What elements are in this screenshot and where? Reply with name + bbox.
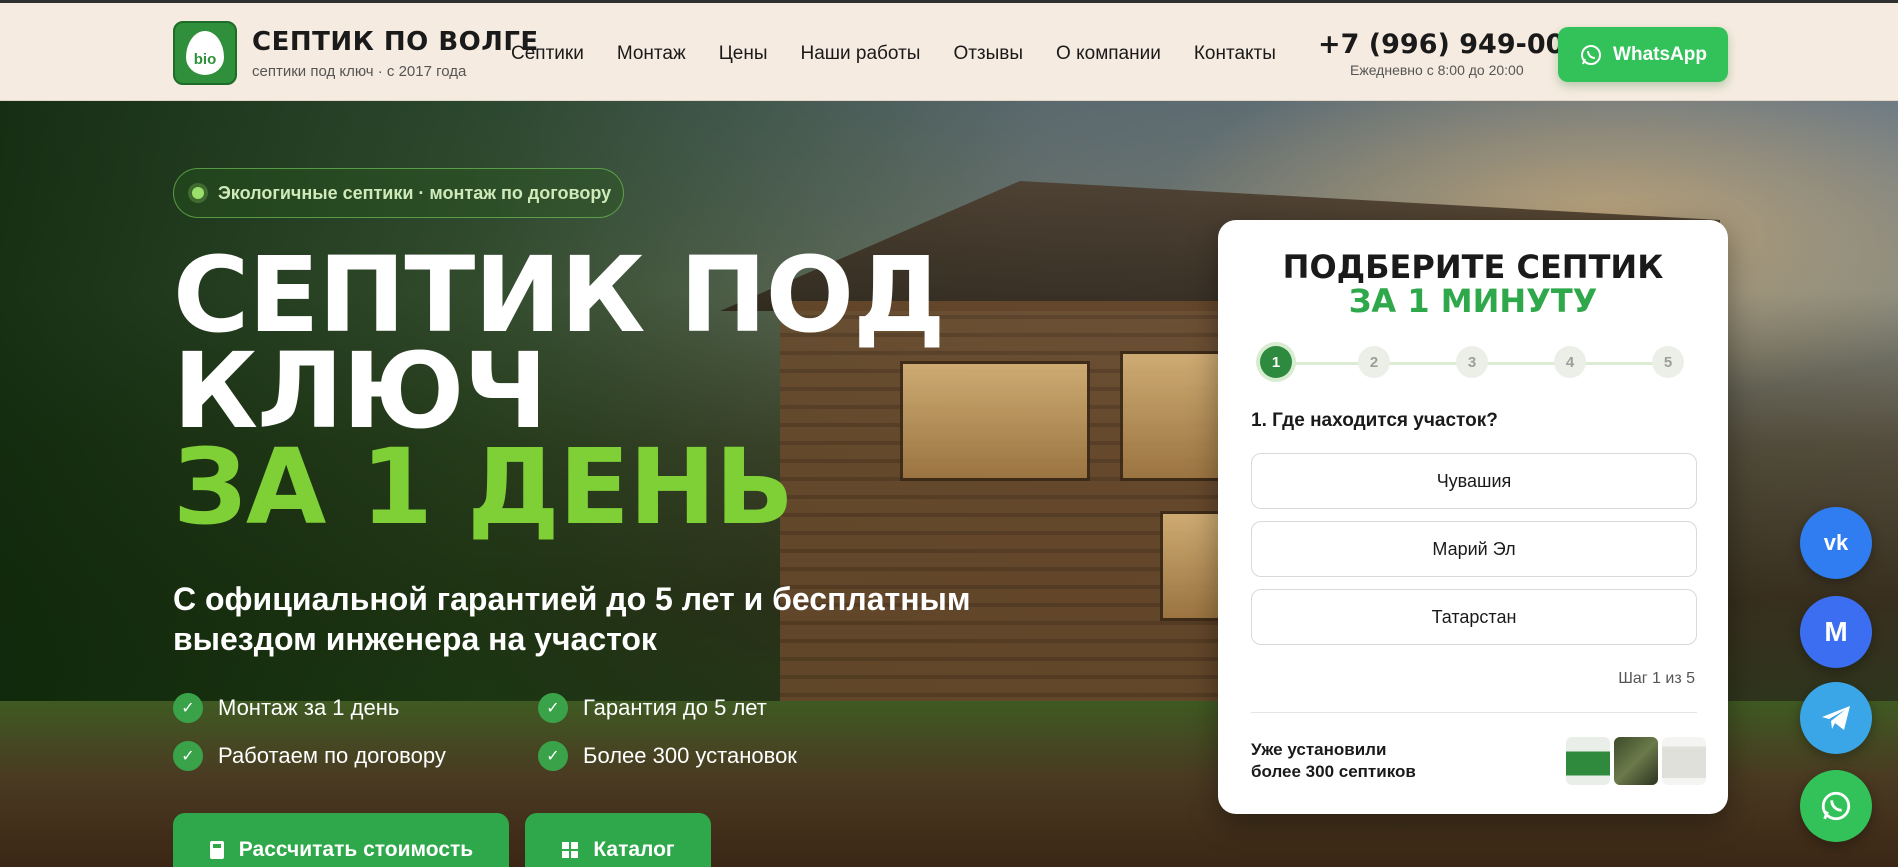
whatsapp-button[interactable]: WhatsApp — [1558, 27, 1728, 82]
calculator-icon — [209, 841, 224, 859]
feature-item: ✓ Более 300 установок — [538, 741, 868, 771]
feature-item: ✓ Монтаж за 1 день — [173, 693, 538, 723]
hero-title-line3: ЗА 1 ДЕНЬ — [173, 426, 794, 548]
quiz-title-accent: ЗА 1 МИНУТУ — [1348, 282, 1598, 320]
installed-line2: более 300 септиков — [1251, 762, 1416, 781]
step-indicator: 5 — [1652, 346, 1684, 378]
quiz-option-tatarstan[interactable]: Татарстан — [1251, 589, 1697, 645]
nav-item-installation[interactable]: Монтаж — [617, 43, 686, 65]
hero-subtitle: С официальной гарантией до 5 лет и беспл… — [173, 581, 971, 657]
vk-icon: vk — [1823, 530, 1849, 555]
nav-item-works[interactable]: Наши работы — [800, 43, 920, 65]
installed-line1: Уже установили — [1251, 740, 1387, 759]
grid-icon — [562, 842, 579, 858]
step-indicator: 4 — [1554, 346, 1586, 378]
quiz-option-mari-el[interactable]: Марий Эл — [1251, 521, 1697, 577]
calculate-cost-label: Рассчитать стоимость — [238, 838, 474, 861]
check-icon: ✓ — [538, 693, 568, 723]
feature-label: Более 300 установок — [583, 743, 797, 768]
brand-tagline: септики под ключ · с 2017 года — [252, 63, 467, 80]
whatsapp-contact-button[interactable] — [1800, 770, 1872, 842]
nav-item-septics[interactable]: Септики — [511, 43, 584, 65]
quiz-title: ПОДБЕРИТЕ СЕПТИК — [1282, 248, 1664, 286]
site-header: bio СЕПТИК ПО ВОЛГЕ септики под ключ · с… — [0, 3, 1898, 101]
whatsapp-button-label: WhatsApp — [1613, 43, 1707, 65]
feature-label: Работаем по договору — [218, 743, 446, 768]
max-contact-button[interactable]: M — [1800, 596, 1872, 668]
check-icon: ✓ — [173, 693, 203, 723]
feature-label: Гарантия до 5 лет — [583, 695, 767, 720]
hero-title: СЕПТИК ПОД КЛЮЧ ЗА 1 ДЕНЬ — [173, 234, 946, 548]
check-icon: ✓ — [538, 741, 568, 771]
nav-item-about[interactable]: О компании — [1056, 43, 1161, 65]
catalog-label: Каталог — [593, 838, 675, 861]
nav-item-reviews[interactable]: Отзывы — [953, 43, 1023, 65]
septic-thumbnail — [1566, 737, 1610, 785]
logo-drop-icon: bio — [186, 31, 224, 75]
calculate-cost-button[interactable]: Рассчитать стоимость — [173, 813, 509, 867]
nav-item-prices[interactable]: Цены — [719, 43, 768, 65]
logo-text: bio — [193, 51, 217, 68]
vk-contact-button[interactable]: vk — [1800, 507, 1872, 579]
telegram-contact-button[interactable] — [1800, 682, 1872, 754]
step-indicator: 3 — [1456, 346, 1488, 378]
feature-item: ✓ Гарантия до 5 лет — [538, 693, 868, 723]
main-nav: Септики Монтаж Цены Наши работы Отзывы О… — [511, 43, 1309, 65]
eco-badge-text: Экологичные септики · монтаж по договору — [218, 182, 612, 203]
installation-photo-thumbnail — [1614, 737, 1658, 785]
septic-thumbnail — [1662, 737, 1706, 785]
check-icon: ✓ — [173, 741, 203, 771]
working-hours: Ежедневно с 8:00 до 20:00 — [1350, 62, 1524, 78]
eco-badge: Экологичные септики · монтаж по договору — [173, 168, 624, 218]
quiz-option-chuvashia[interactable]: Чувашия — [1251, 453, 1697, 509]
hero-title-line1: СЕПТИК ПОД — [173, 234, 946, 356]
whatsapp-icon — [1581, 44, 1602, 65]
quiz-progress: 1 2 3 4 5 — [1260, 346, 1690, 380]
catalog-button[interactable]: Каталог — [525, 813, 711, 867]
step-counter: Шаг 1 из 5 — [1618, 670, 1695, 687]
step-indicator: 1 — [1260, 346, 1292, 378]
hero-title-line2: КЛЮЧ — [173, 330, 548, 452]
feature-list: ✓ Монтаж за 1 день ✓ Гарантия до 5 лет ✓… — [173, 693, 873, 771]
feature-item: ✓ Работаем по договору — [173, 741, 538, 771]
brand-name[interactable]: СЕПТИК ПО ВОЛГЕ — [252, 27, 539, 57]
hero-section: Экологичные септики · монтаж по договору… — [0, 101, 1898, 867]
nav-item-contacts[interactable]: Контакты — [1194, 43, 1276, 65]
logo[interactable]: bio — [173, 21, 237, 85]
product-thumbnails — [1566, 737, 1706, 785]
quiz-question: 1. Где находится участок? — [1251, 410, 1498, 431]
step-indicator: 2 — [1358, 346, 1390, 378]
status-dot-icon — [192, 187, 204, 199]
quiz-card: ПОДБЕРИТЕ СЕПТИК ЗА 1 МИНУТУ 1 2 3 4 5 1… — [1218, 220, 1728, 814]
divider — [1251, 712, 1697, 713]
max-icon: M — [1824, 616, 1848, 647]
whatsapp-icon — [1821, 791, 1851, 821]
telegram-icon — [1822, 706, 1850, 730]
feature-label: Монтаж за 1 день — [218, 695, 400, 720]
installed-count: Уже установили более 300 септиков — [1251, 739, 1416, 783]
